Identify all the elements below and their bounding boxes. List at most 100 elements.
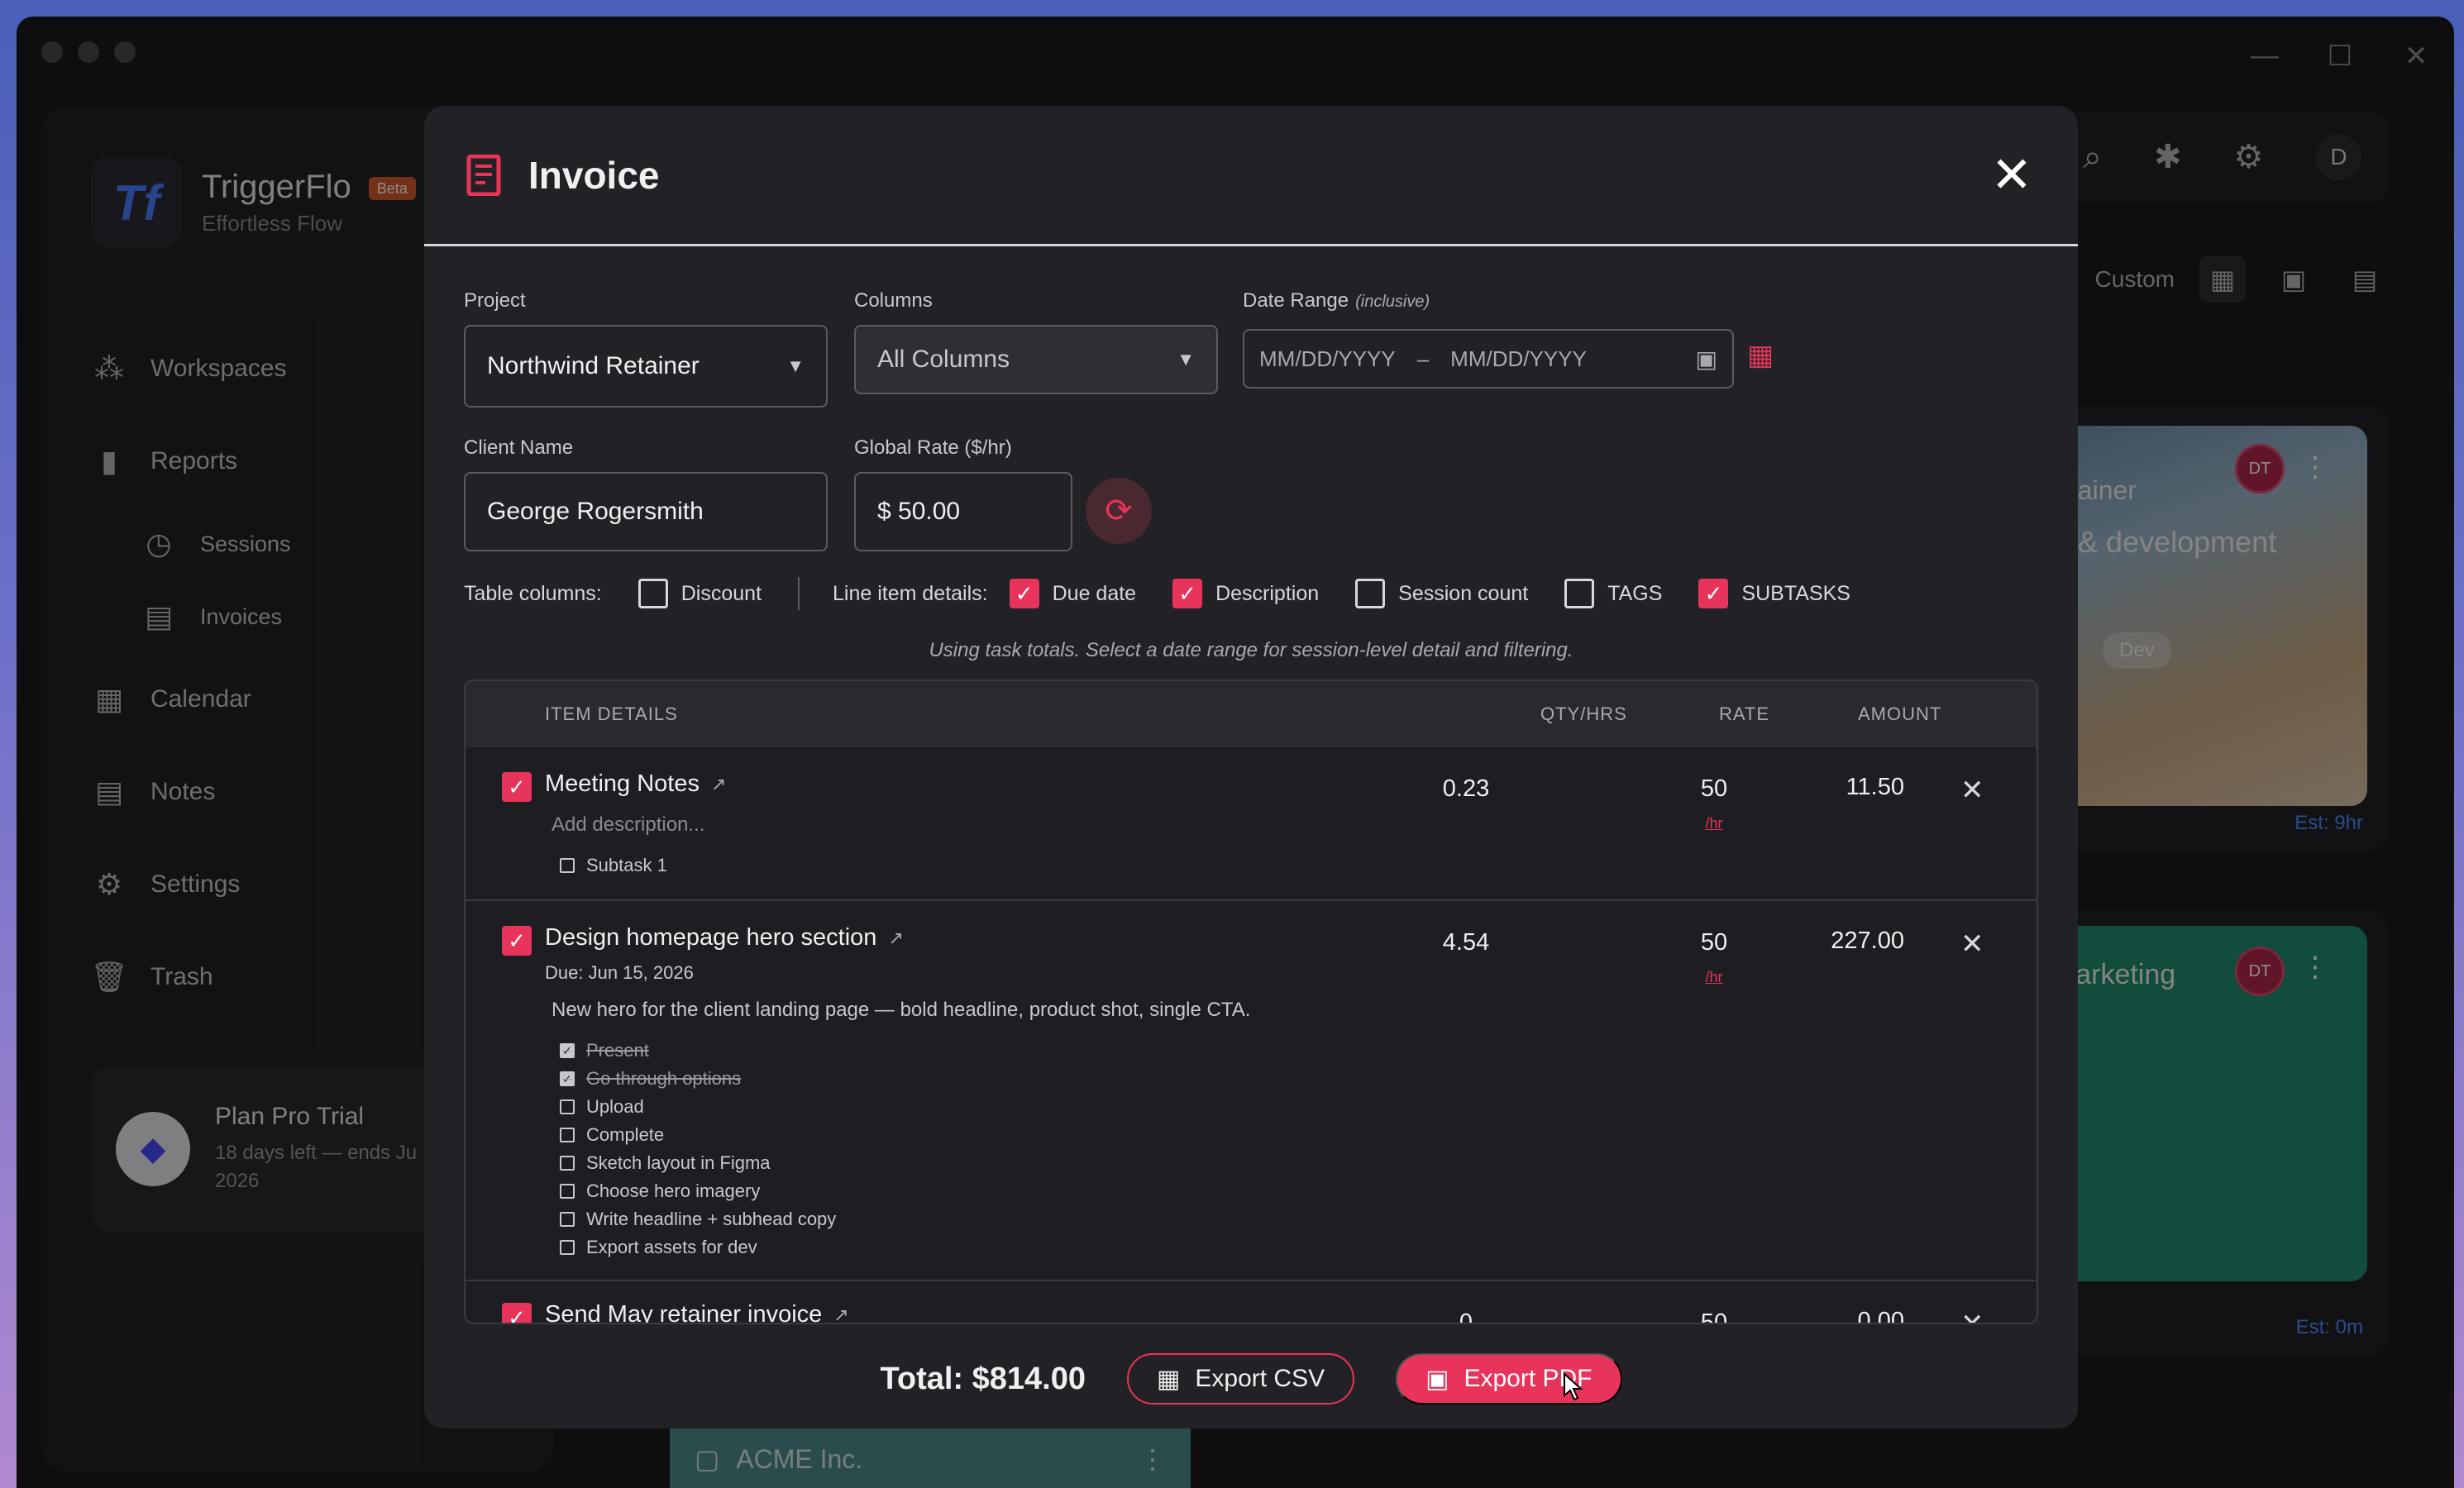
row-include-checkbox[interactable]: ✓ [502,926,532,956]
tags-option[interactable]: TAGS [1564,579,1662,608]
subtask-checkbox[interactable] [560,1212,575,1227]
row-title[interactable]: Design homepage hero section [545,924,876,951]
app-window: — ☐ ✕ Tf TriggerFlo Beta Effortless Flow… [17,17,2454,1488]
row-title[interactable]: Meeting Notes [545,770,700,798]
caret-down-icon: ▼ [786,355,805,376]
per-hour-unit: /hr [1705,969,1723,985]
description-checkbox[interactable]: ✓ [1172,579,1203,608]
date-range-note: (inclusive) [1355,293,1430,311]
subtask-checkbox[interactable]: ✓ [560,1071,575,1086]
project-select[interactable]: Northwind Retainer ▼ [464,325,828,408]
col-rate: RATE [1719,703,1770,724]
col-qty: QTY/HRS [1540,703,1627,724]
row-amount: 227.00 [1831,928,1904,954]
row-amount: 0.00 [1857,1308,1904,1324]
subtask-item[interactable]: Subtask 1 [560,851,667,880]
client-name-input[interactable]: George Rogersmith [464,472,828,551]
subtask-item[interactable]: Complete [560,1121,836,1149]
col-amount: AMOUNT [1858,703,1942,724]
invoice-modal: Invoice ✕ Project Northwind Retainer ▼ C… [424,106,2078,1428]
date-range-picker[interactable]: MM/DD/YYYY – MM/DD/YYYY ▣ [1243,329,1734,389]
table-columns-label: Table columns: [464,581,602,605]
due-date-checkbox[interactable]: ✓ [1009,579,1039,608]
subtask-checkbox[interactable] [560,1156,575,1171]
table-icon: ▦ [1157,1365,1181,1393]
client-name-label: Client Name [464,436,574,459]
invoice-table: ITEM DETAILS QTY/HRS RATE AMOUNT ✓ Meeti… [464,680,2038,1324]
invoice-total: Total: $814.00 [880,1361,1086,1396]
modal-header: Invoice ✕ [424,106,2078,246]
row-title[interactable]: Send May retainer invoice [545,1301,822,1323]
close-icon[interactable]: ✕ [1987,146,2037,204]
row-amount: 11.50 [1846,774,1904,800]
subtask-item[interactable]: Choose hero imagery [560,1177,836,1205]
discount-checkbox[interactable] [637,579,668,608]
row-qty[interactable]: 4.54 [1416,929,1516,956]
due-date-option[interactable]: ✓ Due date [1009,579,1136,608]
subtask-item[interactable]: Upload [560,1093,836,1121]
session-count-option[interactable]: Session count [1355,579,1528,608]
global-rate-input[interactable]: $ 50.00 [854,472,1072,551]
session-count-checkbox[interactable] [1355,579,1386,608]
per-hour-unit: /hr [1705,815,1723,832]
modal-footer: Total: $814.00 ▦ Export CSV ▣ Export PDF [424,1329,2078,1428]
subtask-list: ✓ Present ✓ Go through options Upload Comp… [560,1037,836,1261]
table-row: ✓ Meeting Notes ↗ Add description... Sub… [466,747,2037,901]
subtask-checkbox[interactable] [560,1240,575,1255]
caret-down-icon: ▼ [1177,349,1195,370]
subtask-item[interactable]: Export assets for dev [560,1233,836,1261]
remove-row-icon[interactable]: ✕ [1960,928,1984,961]
open-external-icon[interactable]: ↗ [833,1304,848,1323]
subtask-checkbox[interactable] [560,1128,575,1142]
tags-checkbox[interactable] [1564,579,1595,608]
subtask-checkbox[interactable] [560,1184,575,1199]
project-label: Project [464,289,526,312]
subtask-item[interactable]: ✓ Go through options [560,1065,836,1093]
calendar-picker-icon[interactable]: ▦ [1747,339,1774,372]
export-csv-button[interactable]: ▦ Export CSV [1127,1353,1355,1405]
row-due-date: Due: Jun 15, 2026 [545,962,694,983]
remove-row-icon[interactable]: ✕ [1960,1308,1984,1323]
global-rate-label: Global Rate ($/hr) [854,436,1012,459]
open-external-icon[interactable]: ↗ [711,774,726,795]
row-include-checkbox[interactable]: ✓ [502,1303,532,1323]
subtask-checkbox[interactable] [560,1099,575,1114]
col-item-details: ITEM DETAILS [545,703,678,724]
subtask-list: Subtask 1 [560,851,667,880]
mouse-cursor-icon [1564,1372,1583,1401]
subtasks-checkbox[interactable]: ✓ [1698,579,1729,608]
subtask-item[interactable]: Sketch layout in Figma [560,1149,836,1177]
description-option[interactable]: ✓ Description [1172,579,1319,608]
subtask-item[interactable]: ✓ Present [560,1037,836,1065]
date-end-input[interactable]: MM/DD/YYYY [1450,346,1587,372]
receipt-icon [466,154,504,196]
subtask-checkbox[interactable] [560,858,575,873]
column-options: Table columns: Discount Line item detail… [464,577,1887,610]
open-external-icon[interactable]: ↗ [888,928,903,949]
calendar-icon[interactable]: ▣ [1696,346,1717,373]
date-range-separator: – [1416,346,1430,371]
row-include-checkbox[interactable]: ✓ [502,772,532,802]
divider [798,577,800,610]
table-row: ✓ Design homepage hero section ↗ Due: Ju… [466,901,2037,1281]
export-pdf-button[interactable]: ▣ Export PDF [1396,1353,1622,1405]
row-rate[interactable]: 50 [1664,929,1764,956]
date-start-input[interactable]: MM/DD/YYYY [1259,346,1396,372]
discount-option[interactable]: Discount [637,579,762,608]
table-header: ITEM DETAILS QTY/HRS RATE AMOUNT [466,681,2037,747]
modal-title: Invoice [528,153,660,197]
pdf-icon: ▣ [1425,1365,1449,1393]
row-qty[interactable]: 0 [1416,1309,1516,1323]
row-qty[interactable]: 0.23 [1416,775,1516,803]
columns-select[interactable]: All Columns ▼ [854,325,1218,394]
subtask-checkbox[interactable]: ✓ [560,1043,575,1058]
subtasks-option[interactable]: ✓ SUBTASKS [1698,579,1850,608]
remove-row-icon[interactable]: ✕ [1960,774,1984,807]
row-rate[interactable]: 50 [1664,1309,1764,1323]
subtask-item[interactable]: Write headline + subhead copy [560,1205,836,1233]
apply-rate-sync-icon[interactable]: ⟳ [1086,478,1152,544]
row-rate[interactable]: 50 [1664,775,1764,803]
table-row: ✓ Send May retainer invoice ↗ 0 50 0.00 … [466,1281,2037,1324]
row-description-input[interactable]: Add description... [552,813,704,837]
row-description[interactable]: New hero for the client landing page — b… [552,999,1250,1022]
